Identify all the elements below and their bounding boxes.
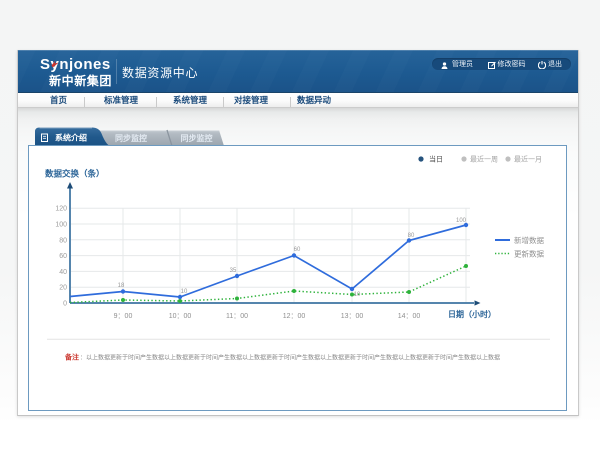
svg-text:60: 60 (59, 253, 67, 260)
svg-text:最近一周: 最近一周 (470, 155, 498, 164)
svg-text:备注: 备注 (64, 353, 79, 362)
svg-text:10: 10 (354, 292, 361, 298)
svg-text:9：00: 9：00 (114, 313, 133, 320)
svg-text:60: 60 (294, 247, 301, 253)
svg-text:20: 20 (59, 285, 67, 292)
svg-text:10: 10 (181, 289, 188, 295)
svg-text:35: 35 (230, 268, 237, 274)
svg-text:：以上数据更新于时间产生数据以上数据更新于时间产生数据以上数: ：以上数据更新于时间产生数据以上数据更新于时间产生数据以上数据更新于时间产生数据… (80, 354, 500, 362)
svg-text:数据交换（条）: 数据交换（条） (45, 169, 105, 179)
svg-text:100: 100 (55, 222, 67, 229)
svg-text:11：00: 11：00 (226, 313, 248, 320)
svg-text:系统介绍: 系统介绍 (55, 133, 87, 143)
svg-text:最近一月: 最近一月 (514, 155, 542, 164)
svg-text:12：00: 12：00 (283, 313, 306, 320)
svg-text:100: 100 (456, 218, 467, 224)
svg-text:当日: 当日 (429, 155, 443, 164)
svg-text:80: 80 (59, 237, 67, 244)
svg-text:80: 80 (408, 233, 415, 239)
svg-text:新增数据: 新增数据 (514, 235, 544, 245)
svg-text:同步监控: 同步监控 (181, 133, 213, 143)
svg-text:14：00: 14：00 (398, 313, 421, 320)
svg-text:13：00: 13：00 (341, 313, 364, 320)
svg-text:同步监控: 同步监控 (115, 133, 147, 143)
svg-text:18: 18 (118, 283, 125, 289)
svg-text:更新数据: 更新数据 (514, 249, 544, 259)
svg-text:10：00: 10：00 (169, 313, 192, 320)
svg-text:日期（小时）: 日期（小时） (448, 309, 496, 319)
svg-text:0: 0 (63, 301, 67, 308)
svg-text:120: 120 (55, 206, 67, 213)
svg-text:40: 40 (59, 269, 67, 276)
